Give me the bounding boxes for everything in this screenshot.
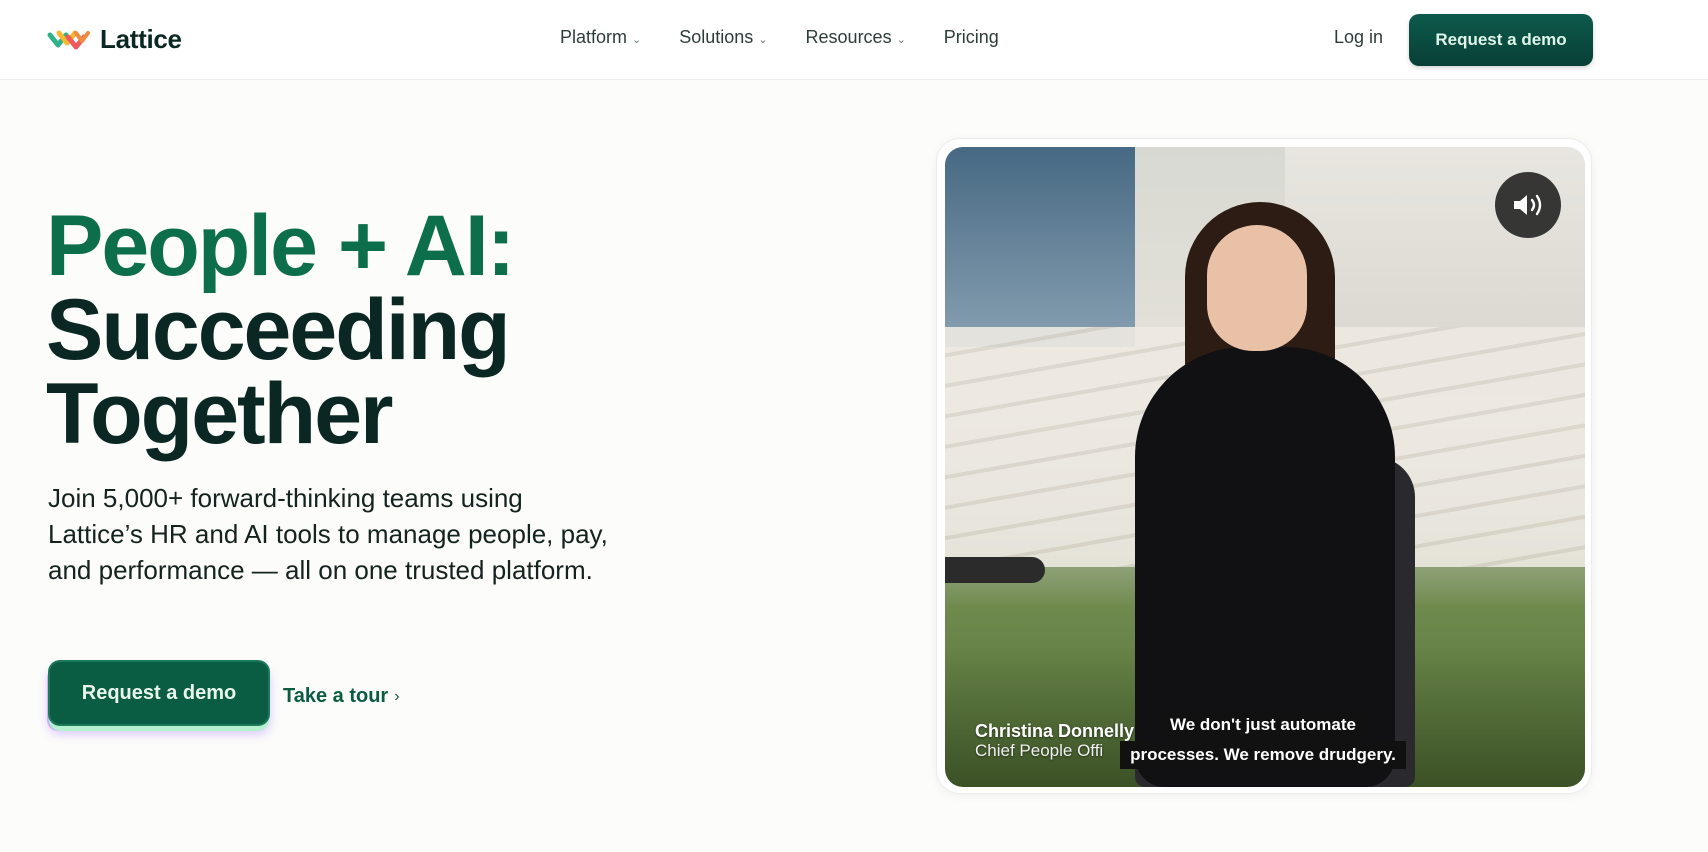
mute-toggle-button[interactable] [1495,172,1561,238]
video-background-window [945,147,1135,347]
caption-line-2: processes. We remove drudgery. [1120,741,1406,769]
chevron-down-icon: ⌄ [758,33,768,46]
chevron-down-icon: ⌄ [896,33,906,46]
nav-platform-label: Platform [560,27,628,47]
video-side-table [945,557,1045,583]
tour-label: Take a tour [283,685,389,707]
site-header: Lattice Platform ⌄ Solutions ⌄ Resources… [0,0,1708,80]
request-demo-button-hero[interactable]: Request a demo [48,660,270,726]
video-caption: We don't just automate processes. We rem… [1113,711,1413,769]
nav-resources-label: Resources [805,27,892,47]
hero-subtext: Join 5,000+ forward-thinking teams using… [48,483,608,585]
chevron-down-icon: ⌄ [632,33,642,46]
request-demo-button-header[interactable]: Request a demo [1409,14,1593,66]
nav-pricing-label: Pricing [943,27,999,47]
video-person-face [1207,225,1307,351]
nav-solutions[interactable]: Solutions ⌄ [679,27,767,48]
headline-accent: People + AI: [46,198,515,294]
nav-pricing[interactable]: Pricing [944,27,999,48]
nav-resources[interactable]: Resources ⌄ [806,27,906,48]
nav-platform[interactable]: Platform ⌄ [560,27,641,48]
caption-line-1: We don't just automate [1159,711,1366,739]
brand-name: Lattice [100,24,182,54]
speaker-volume-icon [1514,194,1542,216]
hero-headline: People + AI: Succeeding Together [46,203,515,457]
testimonial-video[interactable]: Christina Donnelly Chief People Offi We … [945,147,1585,787]
take-a-tour-link[interactable]: Take a tour › [283,685,400,708]
chevron-right-icon: › [394,687,400,705]
headline-line3: Together [46,366,394,462]
speaker-title: Chief People Offi [975,741,1104,760]
lattice-logo-icon [47,30,90,49]
speaker-name: Christina Donnelly [975,721,1135,741]
nav-solutions-label: Solutions [679,27,754,47]
login-link[interactable]: Log in [1334,27,1383,48]
headline-line2: Succeeding [46,282,511,378]
brand-logo[interactable]: Lattice [46,24,182,55]
main-nav: Platform ⌄ Solutions ⌄ Resources ⌄ Prici… [560,27,1037,48]
video-card: Christina Donnelly Chief People Offi We … [936,138,1592,794]
